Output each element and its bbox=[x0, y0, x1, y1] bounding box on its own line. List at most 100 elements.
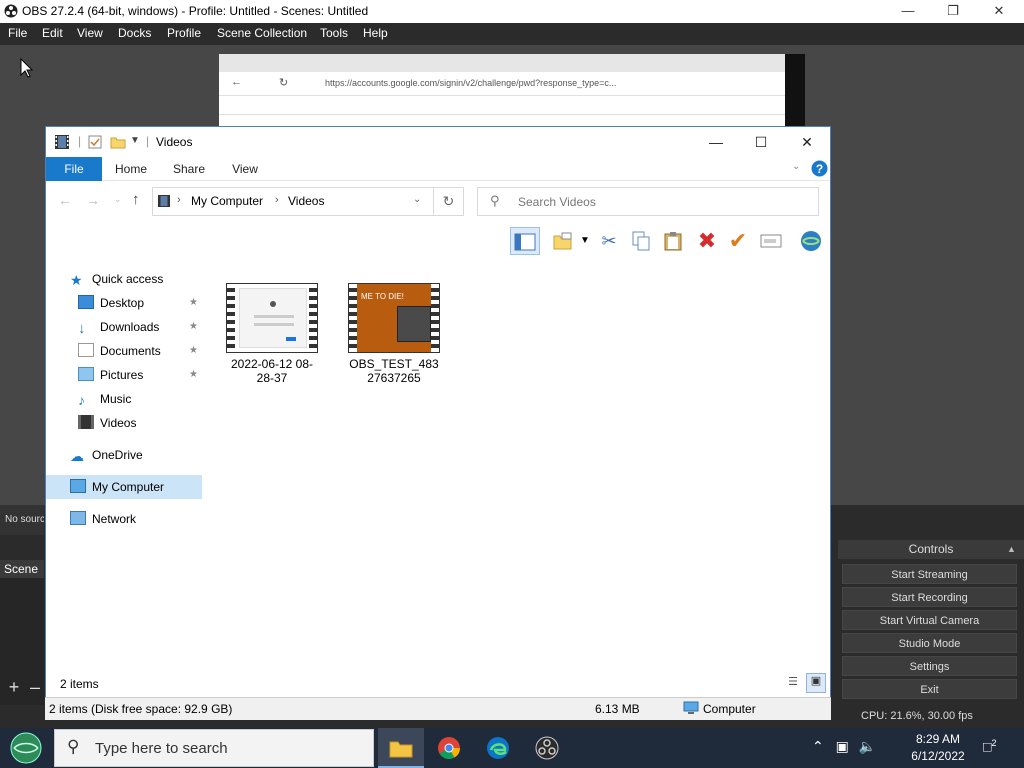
nav-videos[interactable]: Videos bbox=[78, 411, 136, 435]
titlebar-separator: | bbox=[146, 134, 150, 148]
forward-icon[interactable]: → bbox=[86, 192, 100, 208]
nav-my-computer[interactable]: My Computer bbox=[70, 475, 164, 499]
svg-text:?: ? bbox=[816, 162, 823, 176]
menu-file[interactable]: File bbox=[8, 26, 27, 40]
videos-location-icon bbox=[158, 195, 170, 207]
large-icons-view-icon[interactable]: ▣ bbox=[806, 673, 826, 693]
nav-quick-access[interactable]: ★ Quick access bbox=[70, 267, 163, 291]
dock-float-icon[interactable]: ▲ bbox=[1007, 544, 1017, 554]
menu-view[interactable]: View bbox=[77, 26, 103, 40]
obs-titlebar: OBS 27.2.4 (64-bit, windows) - Profile: … bbox=[0, 0, 1024, 23]
search-placeholder: Search Videos bbox=[518, 195, 596, 209]
tab-share[interactable]: Share bbox=[166, 157, 212, 181]
menu-profile[interactable]: Profile bbox=[167, 26, 201, 40]
explorer-titlebar: | ▼ | Videos — ☐ ✕ bbox=[46, 127, 830, 157]
thumbnail-text: ME TO DIE! bbox=[361, 292, 404, 301]
delete-icon[interactable]: ✖ bbox=[692, 227, 722, 255]
start-button[interactable] bbox=[0, 728, 52, 768]
address-dropdown-icon[interactable]: ⌄ bbox=[413, 194, 421, 205]
maximize-button[interactable]: ❐ bbox=[930, 0, 976, 23]
studio-mode-button[interactable]: Studio Mode bbox=[842, 633, 1017, 653]
copy-icon[interactable] bbox=[626, 227, 656, 255]
menu-edit[interactable]: Edit bbox=[42, 26, 63, 40]
nav-desktop-label: Desktop bbox=[100, 296, 145, 310]
taskbar-clock[interactable]: 8:29 AM 6/12/2022 bbox=[896, 731, 980, 765]
tab-home[interactable]: Home bbox=[108, 157, 154, 181]
notification-center-icon[interactable]: □2 bbox=[983, 738, 996, 755]
nav-downloads[interactable]: ↓ Downloads bbox=[78, 315, 159, 339]
recent-locations-icon[interactable]: ⌄ bbox=[114, 194, 122, 205]
ribbon-tabs: File Home Share View ⌄ ? bbox=[46, 157, 830, 181]
volume-icon[interactable]: 🔈 bbox=[859, 738, 876, 754]
properties-icon[interactable] bbox=[88, 135, 102, 149]
video-thumbnail bbox=[226, 283, 318, 353]
nav-desktop[interactable]: Desktop bbox=[78, 291, 144, 315]
system-tray: ⌃ ▣ 🔈 bbox=[812, 738, 876, 755]
select-icon[interactable]: ✔ bbox=[723, 227, 753, 255]
taskbar-search[interactable]: ⚲ Type here to search bbox=[54, 729, 374, 767]
exit-button[interactable]: Exit bbox=[842, 679, 1017, 699]
search-input[interactable]: ⚲ Search Videos bbox=[477, 187, 819, 216]
customize-quick-access-icon[interactable]: ▼ bbox=[130, 135, 140, 146]
nav-onedrive[interactable]: ☁ OneDrive bbox=[70, 443, 143, 467]
start-virtual-camera-button[interactable]: Start Virtual Camera bbox=[842, 610, 1017, 630]
search-icon: ⚲ bbox=[490, 193, 500, 208]
cut-icon[interactable]: ✂ bbox=[594, 227, 624, 255]
settings-button[interactable]: Settings bbox=[842, 656, 1017, 676]
back-icon[interactable]: ← bbox=[58, 192, 72, 208]
explorer-title: Videos bbox=[156, 135, 193, 149]
start-recording-button[interactable]: Start Recording bbox=[842, 587, 1017, 607]
menu-docks[interactable]: Docks bbox=[118, 26, 151, 40]
change-view-dropdown-icon[interactable]: ▼ bbox=[578, 227, 592, 255]
preview-browser-capture: ← ↻ https://accounts.google.com/signin/v… bbox=[219, 54, 785, 126]
taskbar-edge[interactable] bbox=[475, 728, 521, 768]
computer-small-icon bbox=[683, 701, 699, 718]
tab-file[interactable]: File bbox=[46, 157, 102, 181]
navigation-pane-icon[interactable] bbox=[510, 227, 540, 255]
paste-icon[interactable] bbox=[658, 227, 688, 255]
breadcrumb-my-computer[interactable]: My Computer bbox=[191, 194, 263, 208]
explorer-minimize-button[interactable]: — bbox=[693, 127, 739, 157]
search-icon: ⚲ bbox=[67, 737, 80, 756]
address-bar[interactable]: › My Computer › Videos ⌄ bbox=[152, 187, 434, 216]
change-view-icon[interactable] bbox=[548, 227, 578, 255]
item-count: 2 items bbox=[60, 677, 99, 691]
menu-help[interactable]: Help bbox=[363, 26, 388, 40]
explorer-close-button[interactable]: ✕ bbox=[784, 127, 830, 157]
obs-window-title: OBS 27.2.4 (64-bit, windows) - Profile: … bbox=[22, 4, 369, 18]
start-streaming-button[interactable]: Start Streaming bbox=[842, 564, 1017, 584]
breadcrumb-videos[interactable]: Videos bbox=[288, 194, 324, 208]
expand-ribbon-icon[interactable]: ⌄ bbox=[792, 161, 800, 172]
menu-tools[interactable]: Tools bbox=[320, 26, 348, 40]
up-icon[interactable]: ↑ bbox=[132, 191, 140, 208]
taskbar-obs[interactable] bbox=[524, 728, 570, 768]
add-scene-icon[interactable]: + bbox=[6, 678, 22, 698]
menu-scene-collection[interactable]: Scene Collection bbox=[217, 26, 307, 40]
nav-onedrive-label: OneDrive bbox=[92, 448, 143, 462]
taskbar-chrome[interactable] bbox=[426, 728, 472, 768]
preview-url: https://accounts.google.com/signin/v2/ch… bbox=[325, 78, 617, 88]
file-item[interactable]: 2022-06-12 08-28-37 bbox=[224, 283, 320, 385]
nav-documents[interactable]: Documents bbox=[78, 339, 161, 363]
file-name: 2022-06-12 08-28-37 bbox=[230, 357, 314, 385]
desktop-icon bbox=[78, 295, 94, 309]
minimize-button[interactable]: — bbox=[885, 0, 931, 23]
details-view-icon[interactable]: ☰ bbox=[784, 674, 802, 692]
rename-icon[interactable] bbox=[756, 227, 786, 255]
new-folder-icon[interactable] bbox=[110, 135, 126, 149]
nav-network[interactable]: Network bbox=[70, 507, 136, 531]
remove-scene-icon[interactable]: – bbox=[30, 678, 44, 698]
explorer-maximize-button[interactable]: ☐ bbox=[738, 127, 784, 157]
properties-globe-icon[interactable] bbox=[796, 227, 826, 255]
tab-view[interactable]: View bbox=[222, 157, 268, 181]
nav-pictures[interactable]: Pictures bbox=[78, 363, 143, 387]
show-hidden-icons-icon[interactable]: ⌃ bbox=[812, 738, 824, 754]
taskbar-file-explorer[interactable] bbox=[378, 728, 424, 768]
refresh-button[interactable]: ↻ bbox=[434, 187, 464, 216]
help-icon[interactable]: ? bbox=[811, 160, 828, 177]
file-item[interactable]: ME TO DIE! OBS_TEST_48327637265 bbox=[346, 283, 442, 385]
pin-icon: ★ bbox=[189, 297, 198, 308]
nav-music[interactable]: ♪ Music bbox=[78, 387, 131, 411]
close-button[interactable]: ✕ bbox=[976, 0, 1022, 23]
network-tray-icon[interactable]: ▣ bbox=[836, 738, 849, 754]
